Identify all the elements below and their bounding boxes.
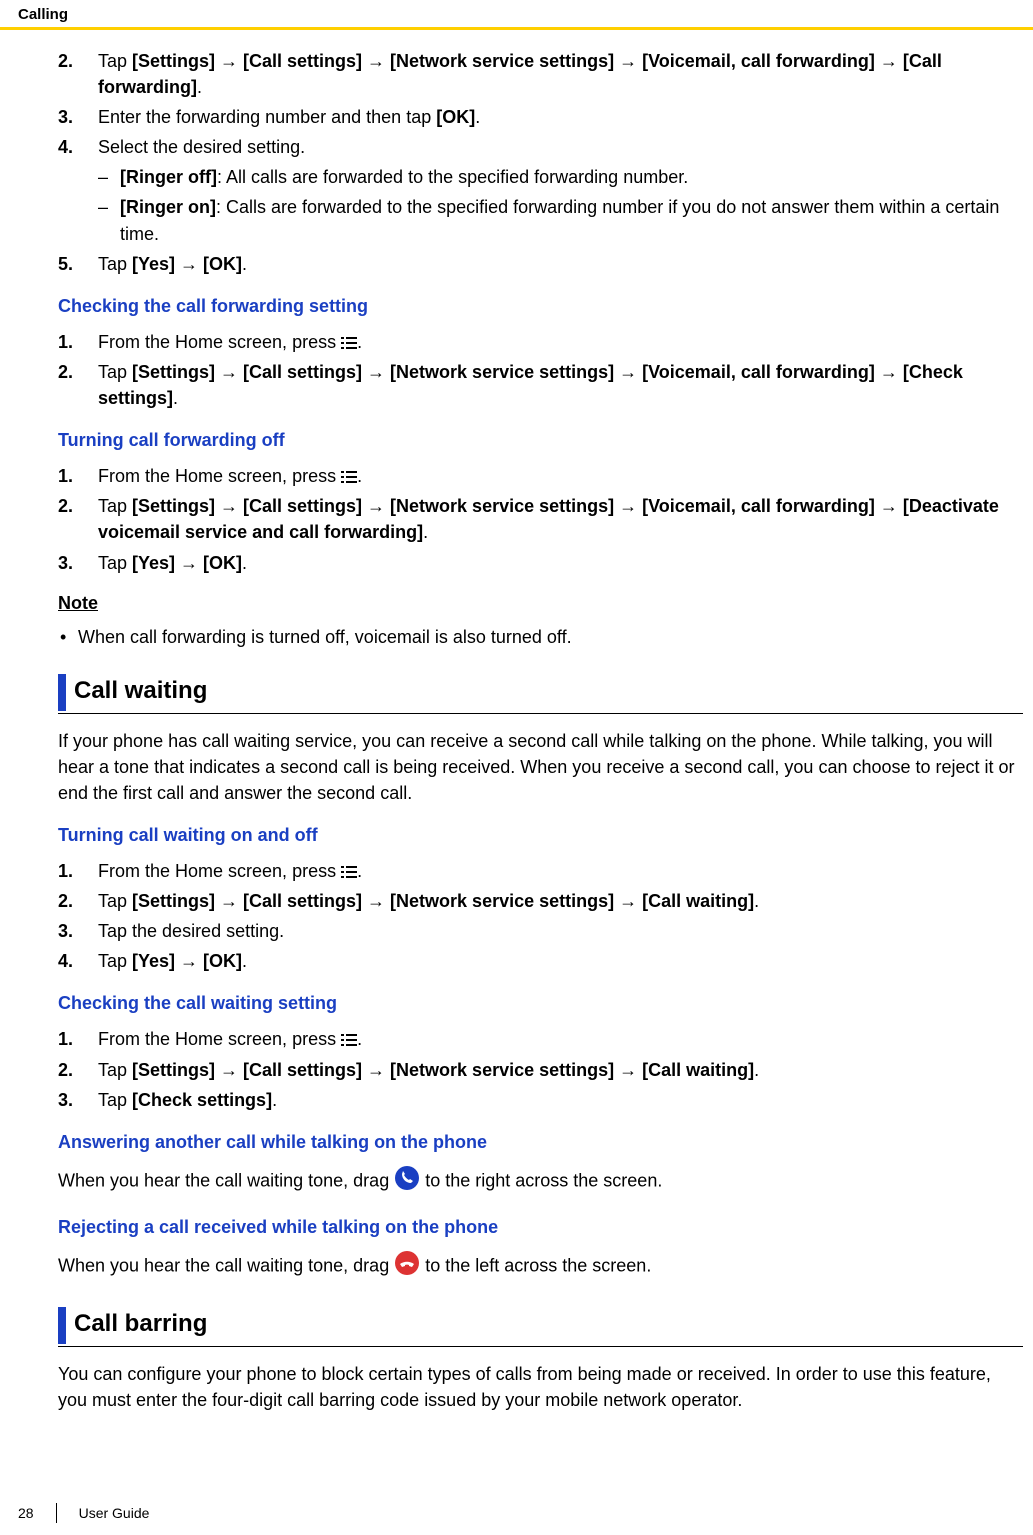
step-number: 3. <box>58 104 73 130</box>
step-text: From the Home screen, press . <box>98 466 362 486</box>
h2-call-waiting: Call waiting <box>58 674 1023 714</box>
substep-item: [Ringer off]: All calls are forwarded to… <box>98 164 1023 190</box>
substeps: [Ringer off]: All calls are forwarded to… <box>98 164 1023 246</box>
steps-group-c: 1. From the Home screen, press . 2. Tap … <box>58 463 1023 575</box>
step-item: 3. Tap [Check settings]. <box>58 1087 1023 1113</box>
step-text: Select the desired setting. <box>98 137 305 157</box>
page: Calling 2. Tap [Settings] → [Call settin… <box>0 0 1033 1535</box>
step-text: Tap [Settings] → [Call settings] → [Netw… <box>98 496 999 542</box>
step-number: 2. <box>58 48 73 74</box>
menu-icon <box>341 336 357 350</box>
subheading: Turning call forwarding off <box>58 427 1023 453</box>
step-number: 2. <box>58 888 73 914</box>
substep-item: [Ringer on]: Calls are forwarded to the … <box>98 194 1023 246</box>
step-number: 1. <box>58 463 73 489</box>
step-number: 4. <box>58 948 73 974</box>
page-number: 28 <box>18 1505 34 1521</box>
step-number: 1. <box>58 1026 73 1052</box>
step-item: 1. From the Home screen, press . <box>58 858 1023 884</box>
step-item: 2. Tap [Settings] → [Call settings] → [N… <box>58 888 1023 914</box>
step-number: 2. <box>58 493 73 519</box>
footer-divider <box>56 1503 57 1523</box>
step-text: Tap [Yes] → [OK]. <box>98 254 247 274</box>
step-text: From the Home screen, press . <box>98 861 362 881</box>
step-item: 1. From the Home screen, press . <box>58 329 1023 355</box>
step-number: 2. <box>58 359 73 385</box>
step-number: 3. <box>58 1087 73 1113</box>
step-text: Tap [Check settings]. <box>98 1090 277 1110</box>
subheading: Turning call waiting on and off <box>58 822 1023 848</box>
subheading: Checking the call forwarding setting <box>58 293 1023 319</box>
step-text: Tap [Yes] → [OK]. <box>98 553 247 573</box>
note-list: When call forwarding is turned off, voic… <box>58 624 1023 650</box>
note-heading: Note <box>58 590 1023 616</box>
step-text: Tap [Settings] → [Call settings] → [Netw… <box>98 362 963 408</box>
step-item: 1. From the Home screen, press . <box>58 463 1023 489</box>
paragraph: When you hear the call waiting tone, dra… <box>58 1165 1023 1198</box>
step-number: 1. <box>58 858 73 884</box>
subheading: Checking the call waiting setting <box>58 990 1023 1016</box>
h2-accent-bar <box>58 674 66 711</box>
subheading: Rejecting a call received while talking … <box>58 1214 1023 1240</box>
step-item: 5. Tap [Yes] → [OK]. <box>58 251 1023 277</box>
h2-title: Call barring <box>74 1307 207 1344</box>
h2-accent-bar <box>58 1307 66 1344</box>
step-item: 2. Tap [Settings] → [Call settings] → [N… <box>58 493 1023 545</box>
step-text: Tap [Settings] → [Call settings] → [Netw… <box>98 51 942 97</box>
step-item: 3. Enter the forwarding number and then … <box>58 104 1023 130</box>
step-item: 2. Tap [Settings] → [Call settings] → [N… <box>58 48 1023 100</box>
step-item: 2. Tap [Settings] → [Call settings] → [N… <box>58 1057 1023 1083</box>
phone-reject-icon <box>394 1250 420 1283</box>
step-number: 2. <box>58 1057 73 1083</box>
step-number: 1. <box>58 329 73 355</box>
step-text: Tap the desired setting. <box>98 921 284 941</box>
h2-title: Call waiting <box>74 674 207 711</box>
section-header: Calling <box>0 0 1033 27</box>
step-text: From the Home screen, press . <box>98 1029 362 1049</box>
steps-group-e: 1. From the Home screen, press . 2. Tap … <box>58 1026 1023 1112</box>
steps-group-a: 2. Tap [Settings] → [Call settings] → [N… <box>58 48 1023 277</box>
step-item: 3. Tap the desired setting. <box>58 918 1023 944</box>
steps-group-d: 1. From the Home screen, press . 2. Tap … <box>58 858 1023 974</box>
step-number: 4. <box>58 134 73 160</box>
h2-call-barring: Call barring <box>58 1307 1023 1347</box>
paragraph: When you hear the call waiting tone, dra… <box>58 1250 1023 1283</box>
content: 2. Tap [Settings] → [Call settings] → [N… <box>0 48 1033 1413</box>
step-text: Tap [Yes] → [OK]. <box>98 951 247 971</box>
menu-icon <box>341 470 357 484</box>
step-number: 3. <box>58 550 73 576</box>
paragraph: If your phone has call waiting service, … <box>58 728 1023 806</box>
h2-underline <box>58 1346 1023 1347</box>
page-footer: 28 User Guide <box>18 1503 149 1523</box>
h2-underline <box>58 713 1023 714</box>
step-number: 3. <box>58 918 73 944</box>
step-item: 1. From the Home screen, press . <box>58 1026 1023 1052</box>
step-text: From the Home screen, press . <box>98 332 362 352</box>
header-divider <box>0 27 1033 30</box>
menu-icon <box>341 1033 357 1047</box>
step-item: 3. Tap [Yes] → [OK]. <box>58 550 1023 576</box>
step-number: 5. <box>58 251 73 277</box>
step-item: 4. Tap [Yes] → [OK]. <box>58 948 1023 974</box>
subheading: Answering another call while talking on … <box>58 1129 1023 1155</box>
note-item: When call forwarding is turned off, voic… <box>58 624 1023 650</box>
step-text: Tap [Settings] → [Call settings] → [Netw… <box>98 891 759 911</box>
menu-icon <box>341 865 357 879</box>
steps-group-b: 1. From the Home screen, press . 2. Tap … <box>58 329 1023 411</box>
step-text: Enter the forwarding number and then tap… <box>98 107 480 127</box>
step-text: Tap [Settings] → [Call settings] → [Netw… <box>98 1060 759 1080</box>
step-item: 4. Select the desired setting. [Ringer o… <box>58 134 1023 246</box>
phone-answer-icon <box>394 1165 420 1198</box>
paragraph: You can configure your phone to block ce… <box>58 1361 1023 1413</box>
step-item: 2. Tap [Settings] → [Call settings] → [N… <box>58 359 1023 411</box>
footer-label: User Guide <box>79 1505 150 1521</box>
